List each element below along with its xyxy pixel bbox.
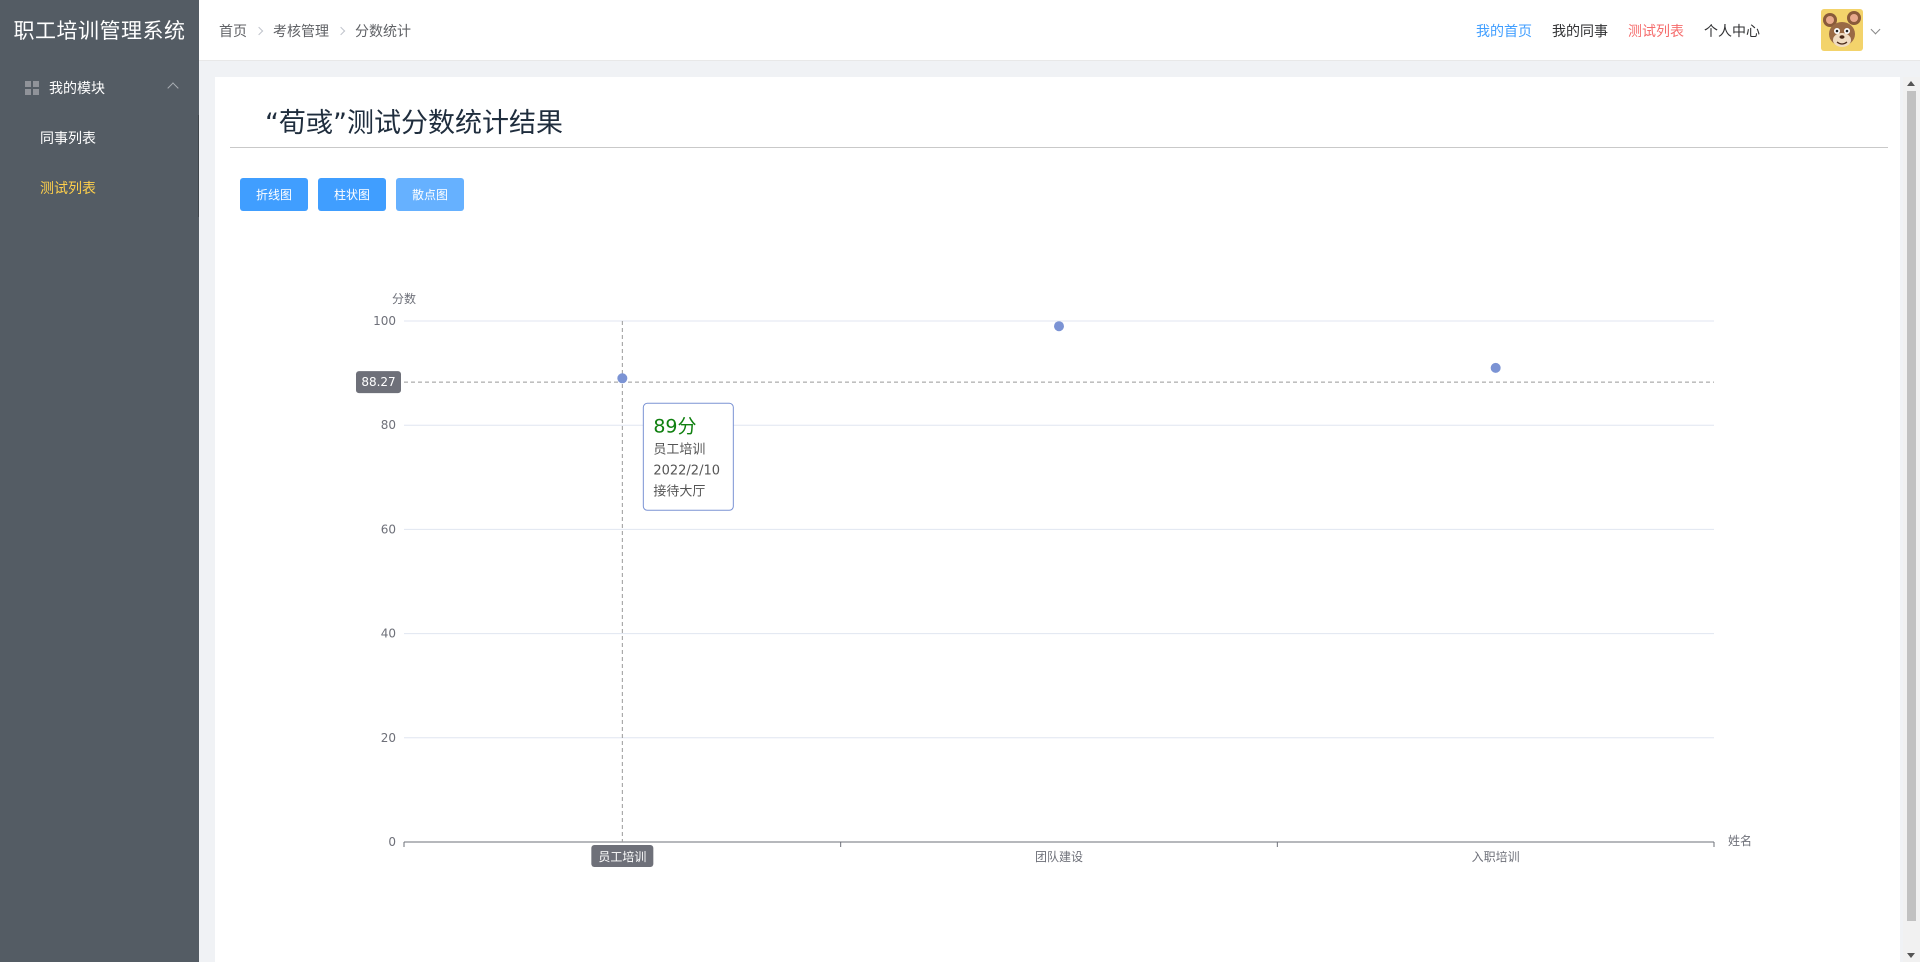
x-tick-label: 员工培训: [598, 849, 646, 864]
sidebar-item-colleagues[interactable]: 同事列表: [0, 114, 199, 164]
app-title: 职工培训管理系统: [13, 19, 186, 43]
scrollbar-thumb[interactable]: [1907, 91, 1916, 921]
tooltip-name: 员工培训: [653, 441, 705, 457]
scroll-up-arrow-icon[interactable]: [1907, 81, 1915, 86]
submenu-my-modules[interactable]: 我的模块: [0, 62, 199, 114]
nav-my-home[interactable]: 我的首页: [1476, 21, 1532, 41]
x-tick-label: 团队建设: [1035, 849, 1083, 864]
y-axis-pointer-label: 88.27: [361, 375, 395, 389]
chevron-right-icon: [336, 26, 346, 35]
nav-test-list[interactable]: 测试列表: [1628, 21, 1684, 41]
tooltip-score: 89分: [653, 415, 696, 437]
data-point: [617, 373, 628, 384]
chevron-down-icon: [1870, 24, 1881, 34]
vertical-scrollbar[interactable]: [1903, 77, 1920, 962]
tooltip-location: 接待大厅: [653, 483, 705, 499]
main-content: “荀彧”测试分数统计结果 折线图 柱状图 散点图 0 20 40 60 80 100 分数姓…: [215, 77, 1900, 962]
data-point: [1490, 362, 1501, 373]
header: 首页 考核管理 分数统计 我的首页 我的同事 测试列表 个人中心: [199, 0, 1920, 61]
breadcrumb: 首页 考核管理 分数统计: [219, 0, 411, 61]
breadcrumb-home[interactable]: 首页: [219, 21, 247, 41]
score-scatter-chart: 020406080100分数姓名员工培训 团队建设 入职培训88.2789分员工培训…: [356, 291, 1752, 867]
x-axis-label: 姓名: [1728, 833, 1752, 848]
user-menu[interactable]: [1821, 9, 1881, 51]
y-tick-label: 60: [381, 522, 396, 536]
sidebar-divider: [198, 115, 199, 217]
nav-my-colleagues[interactable]: 我的同事: [1552, 21, 1608, 41]
y-tick-label: 0: [388, 835, 396, 849]
submenu-label: 我的模块: [49, 81, 105, 97]
sidebar: 职工培训管理系统 我的模块 同事列表 测试列表: [0, 0, 199, 962]
y-axis-label: 分数: [392, 291, 416, 306]
breadcrumb-score-stats: 分数统计: [355, 23, 411, 40]
y-tick-label: 100: [373, 314, 396, 328]
mouse-avatar-icon: [1821, 9, 1863, 51]
y-tick-label: 40: [381, 627, 396, 641]
sidebar-item-tests[interactable]: 测试列表: [0, 164, 199, 214]
y-tick-label: 20: [381, 731, 396, 745]
grid-icon: [25, 81, 39, 95]
nav-personal-center[interactable]: 个人中心: [1704, 21, 1760, 41]
tooltip-date: 2022/2/10: [653, 463, 720, 478]
scroll-down-arrow-icon[interactable]: [1907, 953, 1915, 958]
x-tick-label: 入职培训: [1472, 849, 1520, 864]
top-nav: 我的首页 我的同事 测试列表 个人中心: [1476, 0, 1780, 61]
y-tick-label: 80: [381, 418, 396, 432]
breadcrumb-assessment[interactable]: 考核管理: [273, 21, 329, 41]
chevron-up-icon: [167, 82, 179, 94]
chevron-right-icon: [254, 26, 264, 35]
data-point: [1054, 321, 1064, 332]
